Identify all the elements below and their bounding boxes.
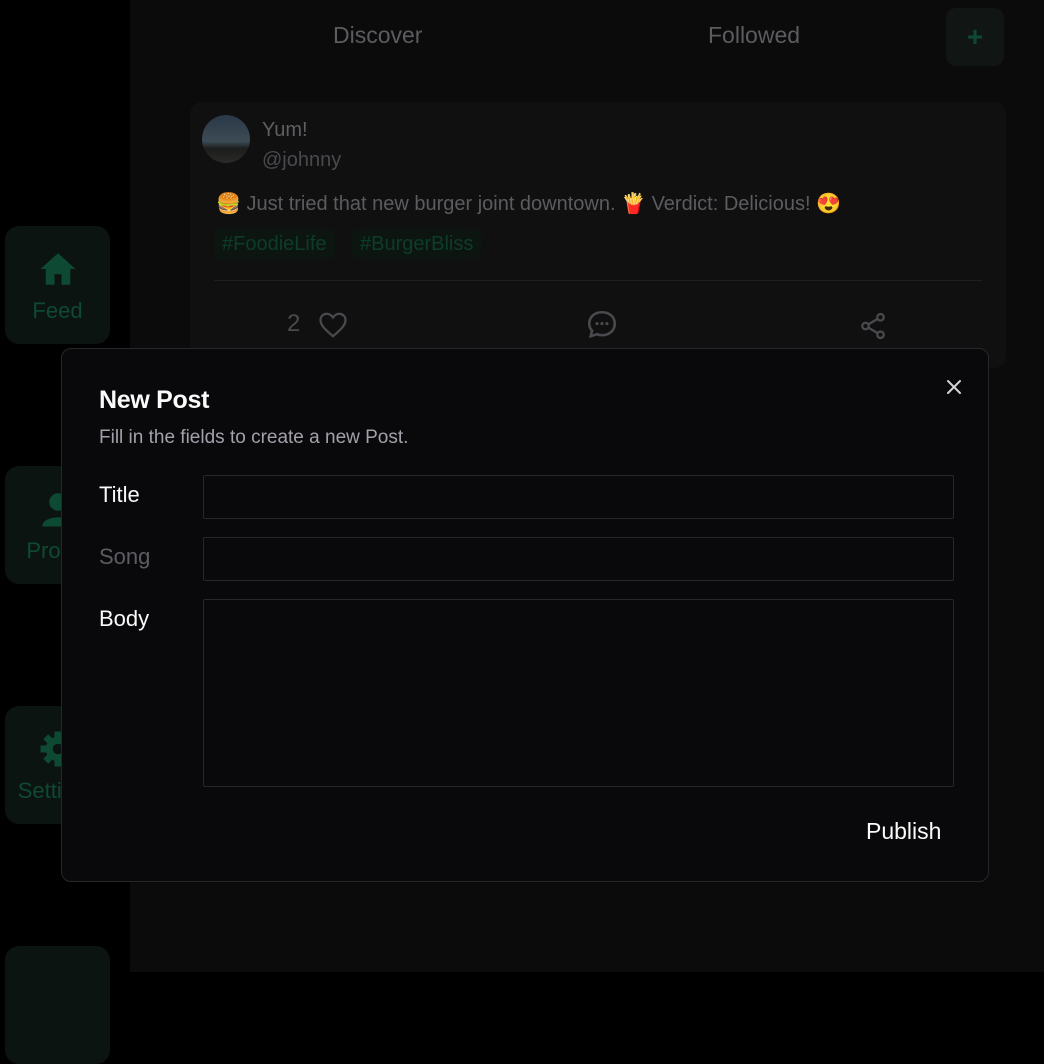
title-input[interactable] [203,475,954,519]
title-label: Title [99,482,140,507]
dialog-description: Fill in the fields to create a new Post. [99,427,409,448]
song-label: Song [99,544,151,569]
close-icon[interactable] [942,375,966,399]
body-textarea[interactable] [203,599,954,787]
publish-button[interactable]: Publish [854,809,953,853]
new-post-dialog: New Post Fill in the fields to create a … [61,348,989,882]
song-input[interactable] [203,537,954,581]
body-label: Body [99,606,150,631]
dialog-title: New Post [99,386,210,414]
